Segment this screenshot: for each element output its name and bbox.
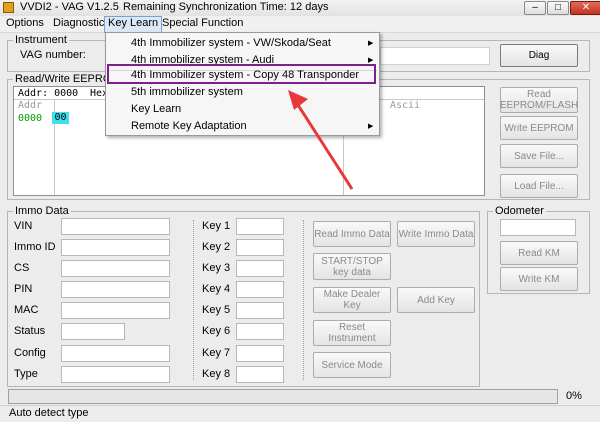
key3-label: Key 3 [202,262,231,274]
write-immo-data-button[interactable]: Write Immo Data [397,221,475,247]
key4-field[interactable] [236,281,284,298]
read-immo-data-button[interactable]: Read Immo Data [313,221,391,247]
service-mode-button[interactable]: Service Mode [313,352,391,378]
key5-field[interactable] [236,302,284,319]
menu-options[interactable]: Options [3,16,47,31]
read-km-button[interactable]: Read KM [500,241,578,265]
key6-field[interactable] [236,323,284,340]
cs-field[interactable] [61,260,170,277]
vag-number-field[interactable] [380,47,490,65]
key6-label: Key 6 [202,325,231,337]
key8-label: Key 8 [202,368,231,380]
addr-column-header: Addr [18,100,43,111]
write-eeprom-button[interactable]: Write EEPROM [500,116,578,140]
menu-diagnostic[interactable]: Diagnostic [50,16,107,31]
submenu-arrow-icon: ▶ [368,40,374,47]
menu-item-label: 5th immobilizer system [131,86,243,98]
close-icon[interactable]: ✕ [570,1,600,15]
config-label: Config [14,347,46,359]
key3-field[interactable] [236,260,284,277]
immo-id-label: Immo ID [14,241,56,253]
menu-key-learn[interactable]: Key Learn [104,16,163,33]
progress-bar [8,389,558,404]
submenu-arrow-icon: ▶ [368,123,374,130]
key1-field[interactable] [236,218,284,235]
sync-status: Remaining Synchronization Time: 12 days [123,1,329,13]
status-label: Status [14,325,46,337]
immo-divider [303,220,304,380]
read-eeprom-button[interactable]: Read EEPROM/FLASH [500,87,578,113]
highlight-box [107,64,376,84]
write-km-button[interactable]: Write KM [500,267,578,291]
status-bar: Auto detect type [0,405,600,422]
mac-field[interactable] [61,302,170,319]
vin-field[interactable] [61,218,170,235]
window-title: VVDI2 - VAG V1.2.5 [20,1,119,13]
app-icon [3,2,14,13]
load-file-button[interactable]: Load File... [500,174,578,198]
selected-hex-cell[interactable]: 00 [52,112,69,124]
odometer-group-label: Odometer [493,205,546,217]
key2-field[interactable] [236,239,284,256]
start-stop-key-data-button[interactable]: START/STOP key data [313,253,391,280]
status-text: Auto detect type [9,407,89,419]
type-field[interactable] [61,366,170,383]
row-address: 0000 [18,113,43,124]
menu-item-label: 4th Immobilizer system - VW/Skoda/Seat [131,37,331,49]
make-dealer-key-button[interactable]: Make Dealer Key [313,287,391,313]
maximize-icon[interactable]: □ [547,1,569,15]
mac-label: MAC [14,304,39,316]
key1-label: Key 1 [202,220,231,232]
key7-label: Key 7 [202,347,231,359]
config-field[interactable] [61,345,170,362]
odometer-field[interactable] [500,219,576,236]
add-key-button[interactable]: Add Key [397,287,475,313]
vin-label: VIN [14,220,33,232]
minimize-icon[interactable]: – [524,1,546,15]
key7-field[interactable] [236,345,284,362]
instrument-group-label: Instrument [13,34,69,46]
menu-bar: Options Diagnostic Key Learn Special Fun… [0,16,600,33]
menu-item-4th-immo-vw[interactable]: 4th Immobilizer system - VW/Skoda/Seat ▶ [106,35,379,52]
diag-button[interactable]: Diag [500,44,578,67]
annotation-arrow-icon [288,90,354,190]
immo-data-group-label: Immo Data [13,205,71,217]
title-bar: VVDI2 - VAG V1.2.5 Remaining Synchroniza… [0,0,600,16]
addr-header-label: Addr: 0000 [18,88,79,99]
pin-field[interactable] [61,281,170,298]
menu-special-function[interactable]: Special Function [159,16,246,31]
ascii-column-header: Ascii [390,100,421,111]
immo-divider [193,220,194,380]
pin-label: PIN [14,283,33,295]
status-field[interactable] [61,323,125,340]
key5-label: Key 5 [202,304,231,316]
vag-number-label: VAG number: [20,49,86,61]
progress-percent: 0% [566,390,582,402]
reset-instrument-button[interactable]: Reset Instrument [313,320,391,346]
menu-item-label: Key Learn [131,103,182,115]
key8-field[interactable] [236,366,284,383]
key2-label: Key 2 [202,241,231,253]
immo-id-field[interactable] [61,239,170,256]
save-file-button[interactable]: Save File... [500,144,578,168]
menu-item-label: Remote Key Adaptation [131,120,247,132]
type-label: Type [14,368,38,380]
key4-label: Key 4 [202,283,231,295]
cs-label: CS [14,262,30,274]
